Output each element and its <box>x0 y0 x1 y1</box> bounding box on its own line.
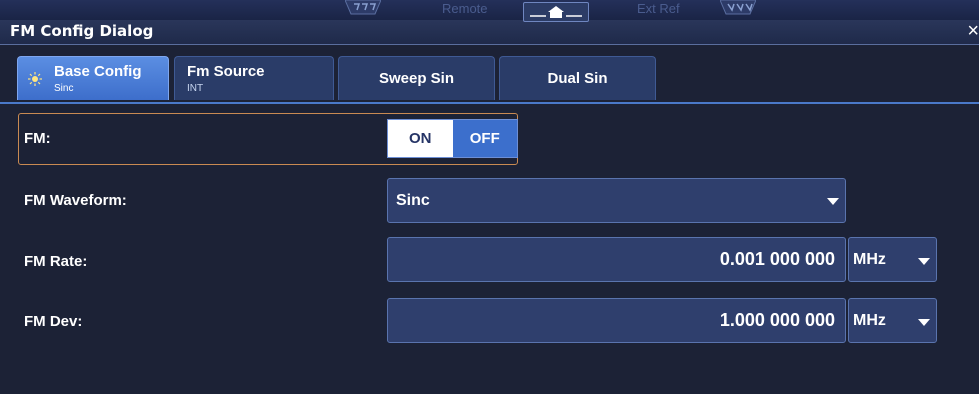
fm-rate-label: FM Rate: <box>24 253 88 270</box>
fm-toggle[interactable]: ON OFF <box>387 119 518 158</box>
tab-dual-sin[interactable]: Dual Sin <box>499 56 656 100</box>
fm-rate-unit: MHz <box>853 251 886 268</box>
sun-icon <box>28 72 42 86</box>
status-strip <box>0 0 979 20</box>
remote-status: Remote <box>442 1 488 16</box>
fm-rate-input[interactable]: 0.001 000 000 <box>387 237 846 282</box>
tab-base-config[interactable]: Base Config Sinc <box>17 56 169 100</box>
fm-waveform-label: FM Waveform: <box>24 192 127 209</box>
fm-waveform-value: Sinc <box>396 192 430 209</box>
close-icon[interactable]: × <box>961 20 979 42</box>
home-icon <box>530 6 582 18</box>
fm-rate-unit-select[interactable]: MHz <box>848 237 937 282</box>
fm-rate-value: 0.001 000 000 <box>719 249 835 269</box>
tab-label: Base Config <box>54 63 142 80</box>
tab-sweep-sin[interactable]: Sweep Sin <box>338 56 495 100</box>
fm-on-button[interactable]: ON <box>388 120 453 157</box>
chevron-down-icon <box>918 319 930 326</box>
tab-sublabel: Sinc <box>54 83 74 94</box>
decoration-icon <box>345 0 381 15</box>
tab-bar: Base Config Sinc Fm Source INT Sweep Sin… <box>0 52 979 104</box>
fm-dev-value: 1.000 000 000 <box>719 310 835 330</box>
dialog-title: FM Config Dialog <box>10 22 154 40</box>
title-bar: Remote Ext Ref FM Config Dialog × <box>0 0 979 45</box>
ext-ref-status: Ext Ref <box>637 1 680 16</box>
tab-label: Sweep Sin <box>378 70 455 87</box>
home-button[interactable] <box>523 2 589 22</box>
decoration-icon <box>720 0 756 15</box>
fm-dev-unit-select[interactable]: MHz <box>848 298 937 343</box>
fm-label: FM: <box>24 130 51 147</box>
tab-label: Dual Sin <box>547 70 608 87</box>
fm-waveform-select[interactable]: Sinc <box>387 178 846 223</box>
tab-sublabel: INT <box>187 83 204 94</box>
fm-dev-label: FM Dev: <box>24 313 83 330</box>
tab-label: Fm Source <box>187 63 265 80</box>
fm-dev-unit: MHz <box>853 312 886 329</box>
fm-dev-input[interactable]: 1.000 000 000 <box>387 298 846 343</box>
tab-fm-source[interactable]: Fm Source INT <box>174 56 334 100</box>
chevron-down-icon <box>918 258 930 265</box>
chevron-down-icon <box>827 198 839 205</box>
fm-off-button[interactable]: OFF <box>452 120 517 157</box>
